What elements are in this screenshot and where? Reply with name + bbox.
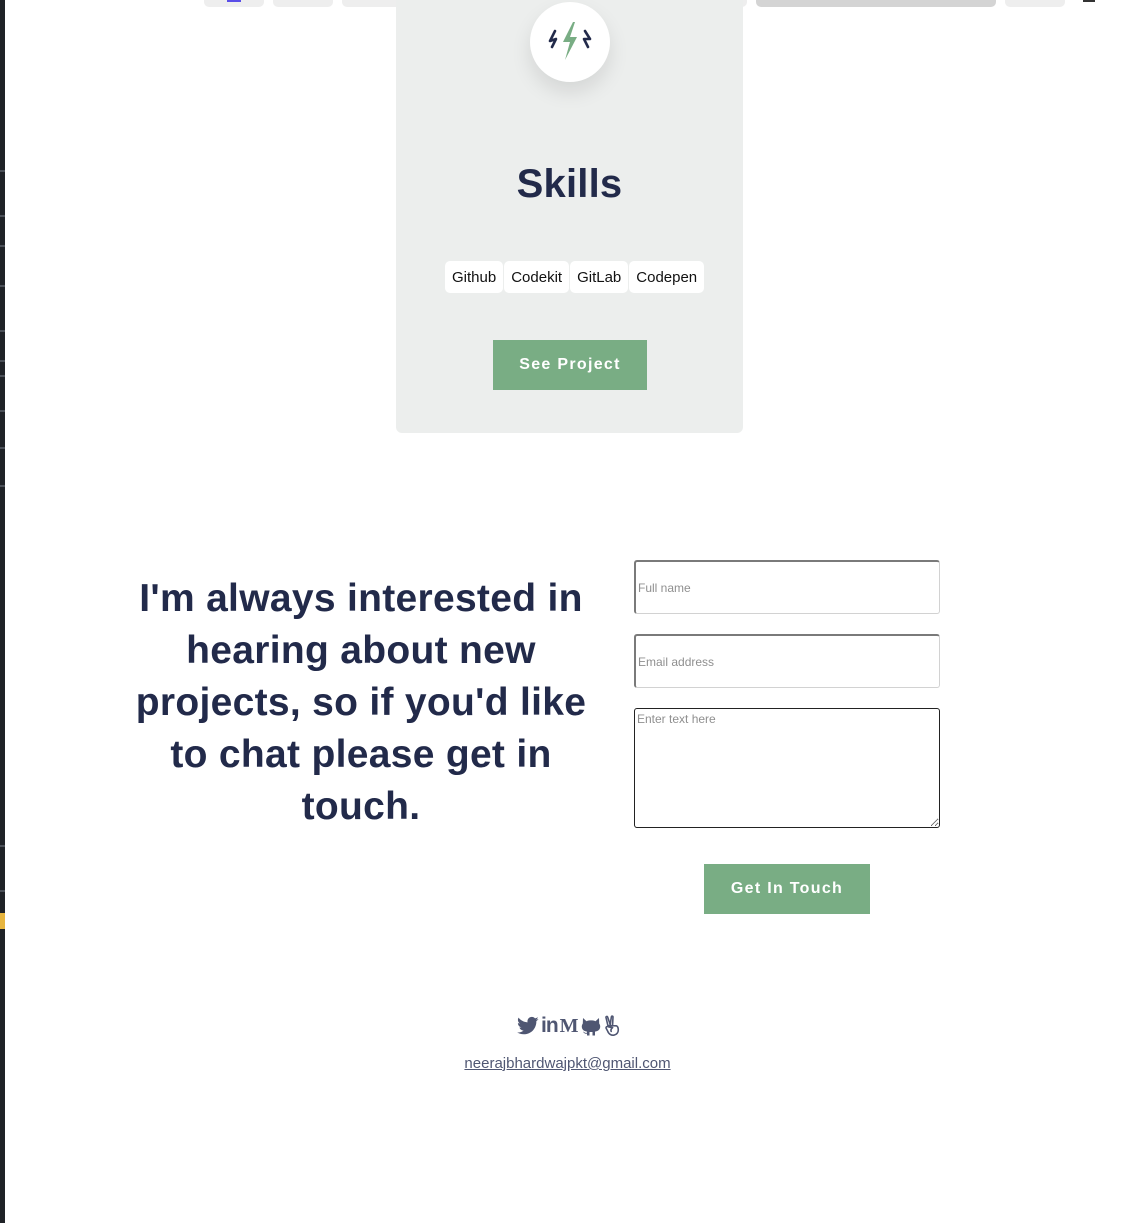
skills-card: Skills Github Codekit GitLab Codepen See… xyxy=(396,0,743,433)
email-input[interactable] xyxy=(634,634,940,688)
skill-tag-github: Github xyxy=(445,261,504,293)
browser-tab[interactable] xyxy=(273,0,333,7)
skill-tag-codekit: Codekit xyxy=(504,261,570,293)
angellist-icon[interactable] xyxy=(603,1014,621,1038)
see-project-button[interactable]: See Project xyxy=(493,340,647,390)
footer-email: neerajbhardwajpkt@gmail.com xyxy=(0,1055,1135,1072)
twitter-icon[interactable] xyxy=(517,1014,539,1038)
full-name-input[interactable] xyxy=(634,560,940,614)
skill-tag-gitlab: GitLab xyxy=(570,261,629,293)
browser-tab[interactable] xyxy=(1005,0,1065,7)
lightning-icon xyxy=(530,2,610,82)
email-link[interactable]: neerajbhardwajpkt@gmail.com xyxy=(464,1055,670,1072)
github-icon[interactable] xyxy=(581,1014,601,1038)
social-links: in M xyxy=(517,1014,621,1038)
linkedin-icon[interactable]: in xyxy=(541,1014,559,1038)
skills-title: Skills xyxy=(516,162,623,206)
medium-icon[interactable]: M xyxy=(560,1014,579,1038)
skills-tag-list: Github Codekit GitLab Codepen xyxy=(445,261,705,293)
browser-tab-active[interactable] xyxy=(756,0,996,7)
get-in-touch-button[interactable]: Get In Touch xyxy=(704,864,870,914)
background-window-edge xyxy=(0,0,5,1223)
browser-tab[interactable] xyxy=(342,0,402,7)
message-textarea[interactable] xyxy=(634,708,940,828)
skill-tag-codepen: Codepen xyxy=(629,261,705,293)
contact-heading: I'm always interested in hearing about n… xyxy=(135,577,587,828)
